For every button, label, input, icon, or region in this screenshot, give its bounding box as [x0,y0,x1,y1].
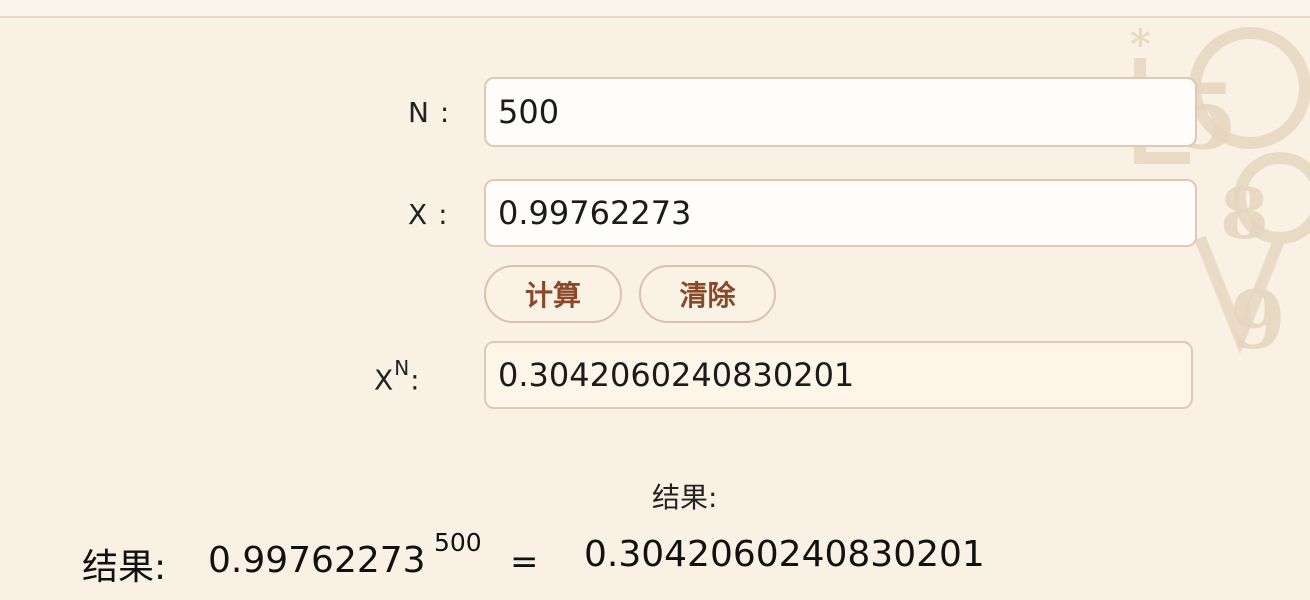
calculate-button[interactable]: 计算 [484,265,622,323]
x-input[interactable] [484,179,1197,247]
power-result-field[interactable] [484,341,1193,409]
clear-button[interactable]: 清除 [639,265,776,323]
top-divider [0,0,1310,18]
result-equals: = [510,542,539,582]
svg-text:*: * [1130,21,1151,68]
result-value: 0.3042060240830201 [584,534,985,575]
n-input[interactable] [484,77,1197,147]
x-label: X : [408,198,449,231]
result-prefix: 结果: [82,547,167,588]
n-label: N : [408,96,451,129]
svg-text:8: 8 [1220,172,1269,255]
result-exponent: 500 [434,528,482,557]
result-base: 0.99762273 [208,540,426,581]
result-heading: 结果: [652,481,718,514]
svg-text:9: 9 [1230,273,1286,367]
power-label-colon: : [410,363,421,397]
result-line: 结果: 0.99762273 500 = 0.3042060240830201 [82,528,1282,592]
power-label-exponent: N [394,356,411,380]
power-label-base: X [374,363,395,397]
power-label: XN: [374,356,421,397]
